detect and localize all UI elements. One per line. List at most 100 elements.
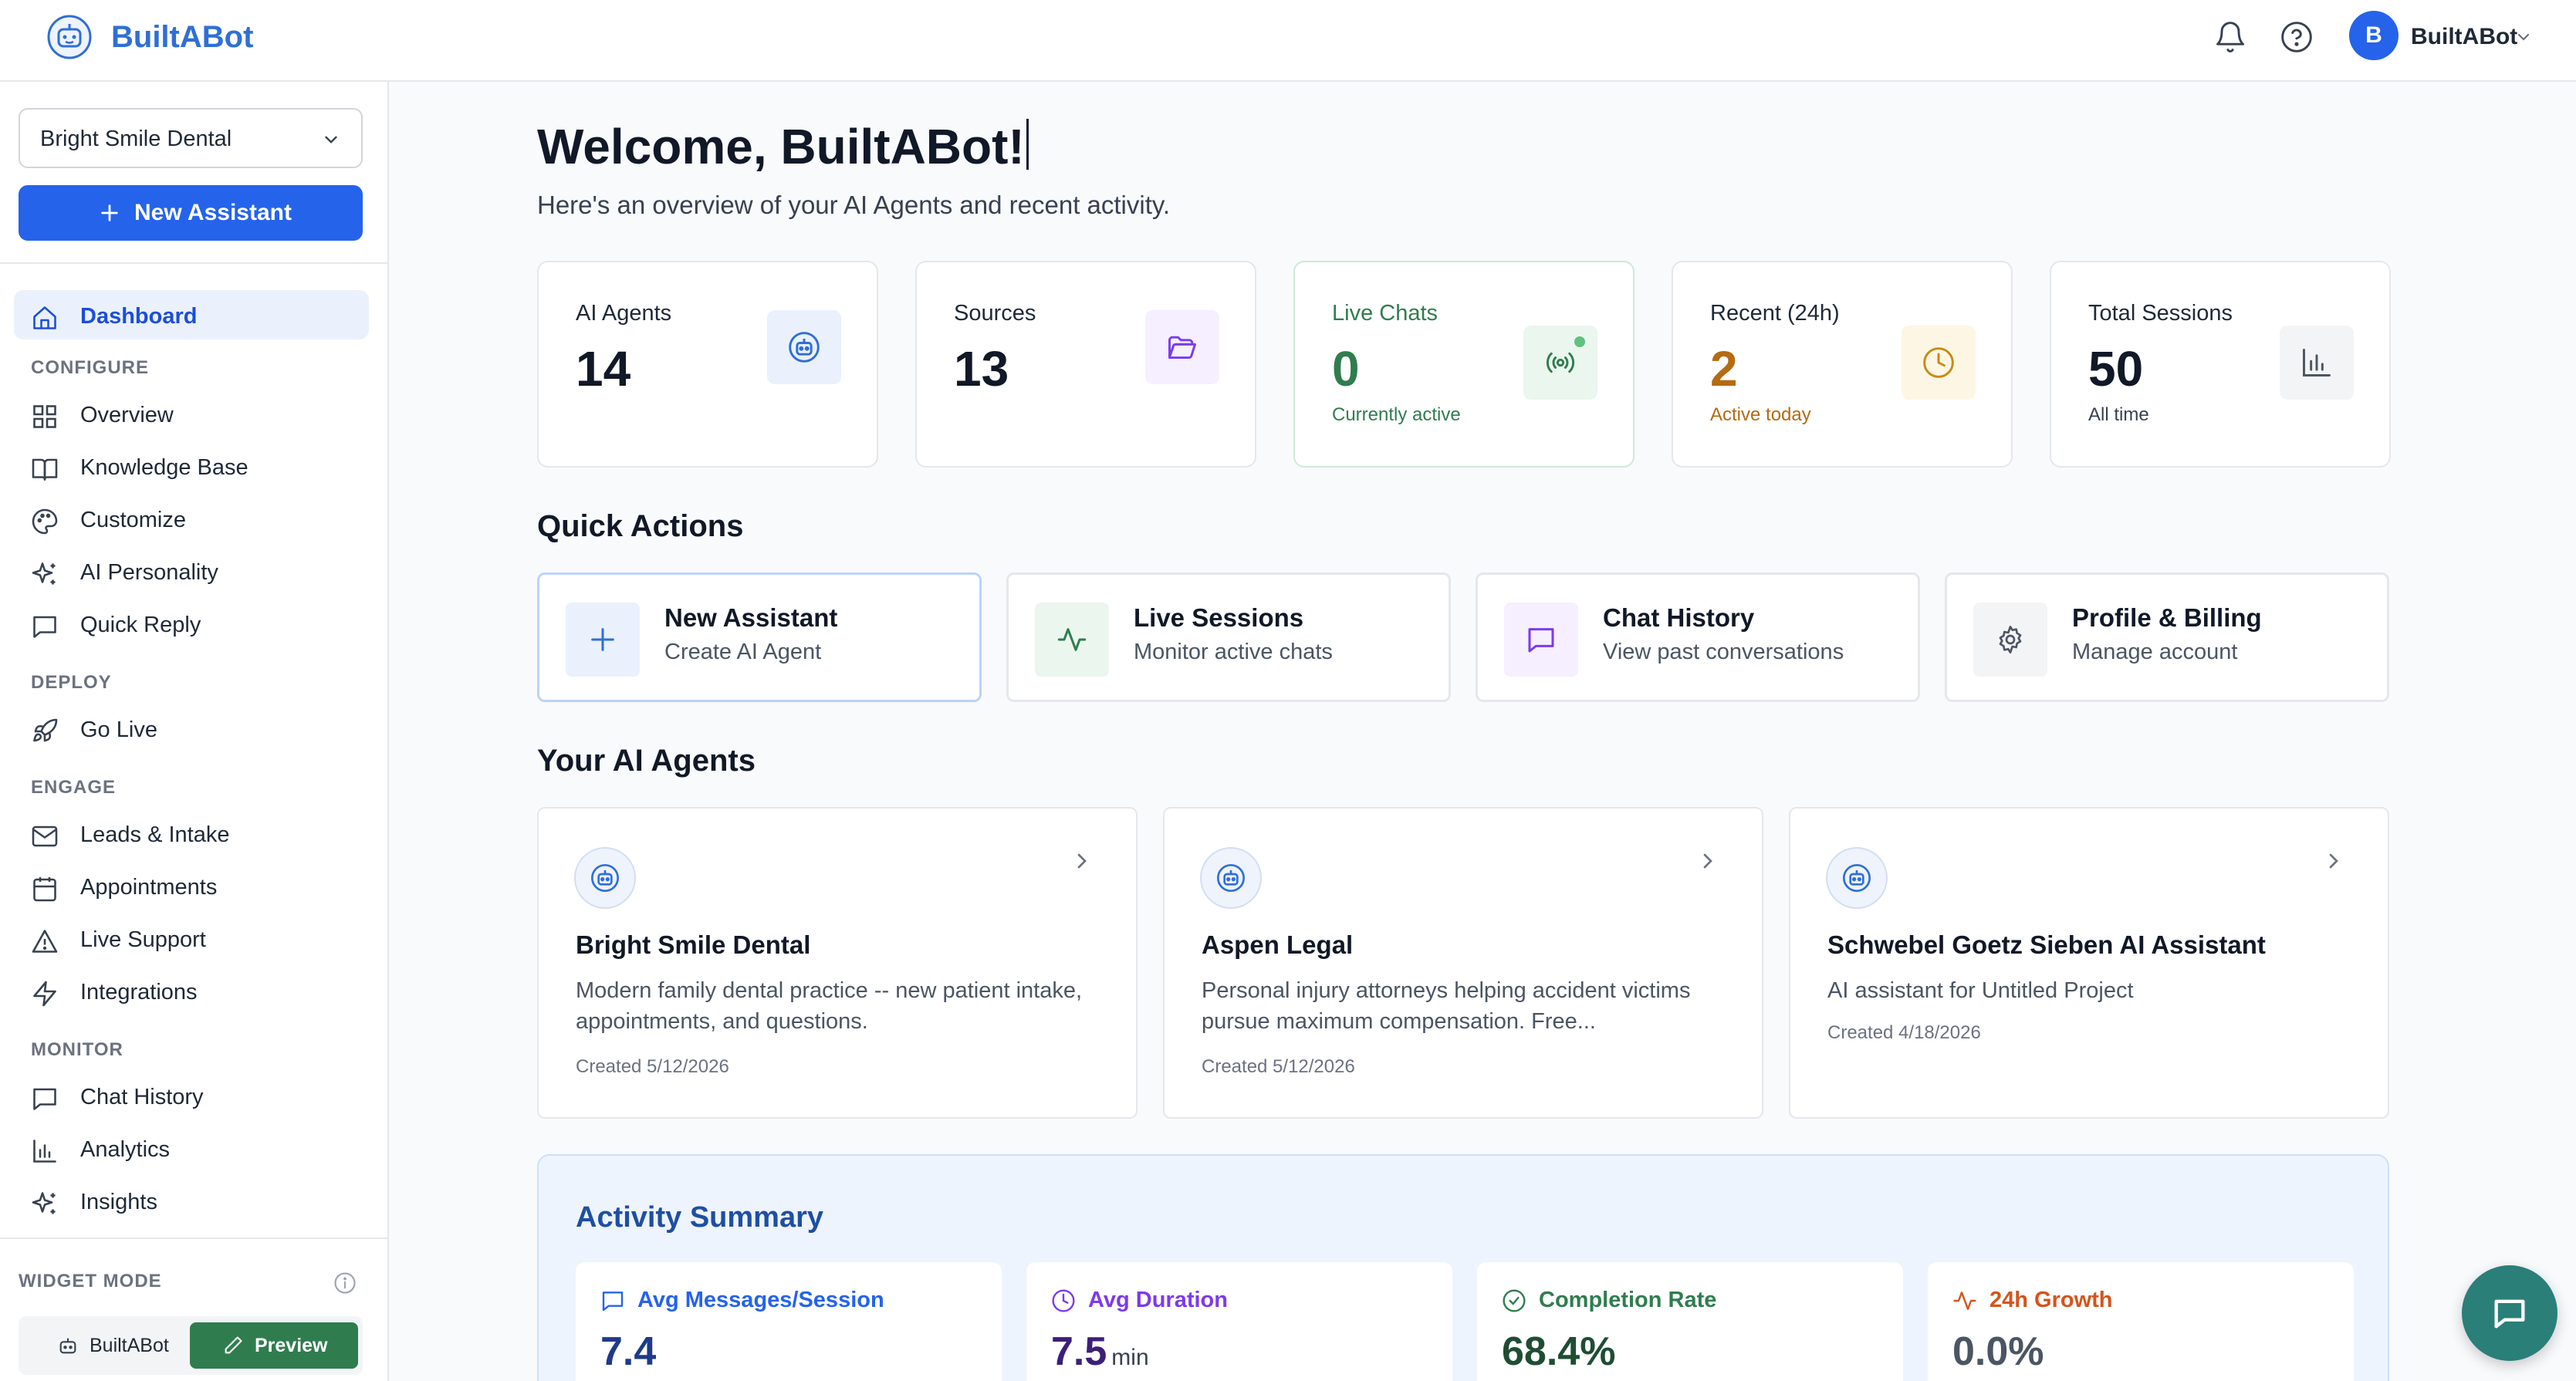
chevron-right-icon bbox=[2321, 849, 2346, 873]
quick-actions-heading: Quick Actions bbox=[537, 509, 744, 543]
sidebar-item-leads-intake[interactable]: Leads & Intake bbox=[31, 818, 370, 852]
quick-action-title: New Assistant bbox=[664, 603, 838, 632]
sidebar-item-analytics[interactable]: Analytics bbox=[31, 1133, 370, 1167]
metric-value: 7.5 min bbox=[1051, 1327, 1149, 1381]
quick-action-subtitle: Monitor active chats bbox=[1134, 640, 1333, 664]
sidebar-item-live-support[interactable]: Live Support bbox=[31, 923, 370, 957]
chevron-down-icon[interactable] bbox=[2514, 28, 2533, 46]
sidebar-item-label: Analytics bbox=[80, 1137, 171, 1162]
alert-triangle-icon bbox=[32, 930, 58, 953]
clock-icon bbox=[1052, 1289, 1075, 1312]
quick-action-title: Live Sessions bbox=[1134, 603, 1304, 632]
metric-value: 0.0% bbox=[1952, 1327, 2044, 1376]
metric-24h-growth: 24h Growth 0.0% bbox=[1928, 1262, 2354, 1381]
stat-value: 13 bbox=[954, 341, 1009, 397]
chat-widget-button[interactable] bbox=[2462, 1265, 2557, 1361]
metric-unit: min bbox=[1111, 1345, 1149, 1370]
sidebar-item-customize[interactable]: Customize bbox=[31, 503, 370, 537]
page-title: Welcome, BuiltABot! bbox=[537, 116, 1029, 177]
sidebar-item-label: Chat History bbox=[80, 1085, 204, 1109]
sidebar-item-ai-personality[interactable]: AI Personality bbox=[31, 555, 370, 589]
message-square-icon bbox=[33, 616, 56, 638]
page-title-text: Welcome, BuiltABot! bbox=[537, 119, 1025, 174]
stat-title: Sources bbox=[954, 301, 1036, 326]
agent-card-schwebel-goetz-sieben[interactable]: Schwebel Goetz Sieben AI Assistant AI as… bbox=[1789, 807, 2389, 1119]
plus-icon bbox=[99, 202, 120, 224]
sparkles-icon bbox=[32, 562, 56, 585]
metric-completion-rate: Completion Rate 68.4% bbox=[1477, 1262, 1903, 1381]
check-circle-icon bbox=[1503, 1289, 1526, 1312]
text-cursor bbox=[1026, 119, 1029, 170]
palette-icon bbox=[32, 508, 58, 535]
home-icon bbox=[33, 306, 56, 329]
sidebar-item-label: Leads & Intake bbox=[80, 822, 230, 847]
message-square-icon bbox=[33, 1088, 56, 1110]
widget-mode-toggle: BuiltABot Preview bbox=[19, 1316, 363, 1375]
bell-icon[interactable] bbox=[2213, 20, 2247, 54]
gear-icon bbox=[1973, 603, 2047, 677]
user-menu-name[interactable]: BuiltABot bbox=[2411, 20, 2517, 54]
sidebar-item-chat-history[interactable]: Chat History bbox=[31, 1080, 370, 1114]
sidebar-item-label: Live Support bbox=[80, 927, 206, 952]
new-assistant-button[interactable]: New Assistant bbox=[19, 185, 363, 241]
stat-card-recent: Recent (24h) 2 Active today bbox=[1672, 261, 2013, 468]
rocket-icon bbox=[33, 718, 58, 742]
metric-avg-duration: Avg Duration 7.5 min bbox=[1026, 1262, 1452, 1381]
activity-summary-title: Activity Summary bbox=[576, 1201, 824, 1234]
stat-card-total-sessions: Total Sessions 50 All time bbox=[2050, 261, 2391, 468]
sidebar-item-overview[interactable]: Overview bbox=[31, 398, 370, 432]
quick-action-chat-history[interactable]: Chat History View past conversations bbox=[1476, 572, 1920, 702]
app-name[interactable]: BuiltABot bbox=[111, 17, 253, 57]
sidebar-item-insights[interactable]: Insights bbox=[31, 1185, 370, 1219]
divider bbox=[0, 262, 387, 264]
metric-avg-messages: Avg Messages/Session 7.4 bbox=[576, 1262, 1002, 1381]
radio-broadcast-icon bbox=[1523, 326, 1597, 400]
assistant-select-value: Bright Smile Dental bbox=[40, 127, 232, 151]
sidebar-item-label: Appointments bbox=[80, 875, 218, 900]
agent-name: Bright Smile Dental bbox=[576, 930, 811, 959]
sidebar-item-quick-reply[interactable]: Quick Reply bbox=[31, 608, 370, 642]
activity-icon bbox=[1953, 1292, 1976, 1310]
mail-icon bbox=[32, 826, 58, 847]
widget-mode-preview[interactable]: Preview bbox=[190, 1322, 358, 1369]
sidebar-item-dashboard[interactable]: Dashboard bbox=[31, 299, 370, 333]
user-avatar[interactable]: B bbox=[2349, 11, 2399, 60]
quick-action-new-assistant[interactable]: New Assistant Create AI Agent bbox=[537, 572, 982, 702]
stat-card-sources: Sources 13 bbox=[915, 261, 1256, 468]
grid-icon bbox=[33, 405, 56, 428]
sidebar-item-knowledge-base[interactable]: Knowledge Base bbox=[31, 451, 370, 485]
stat-subtitle: Currently active bbox=[1332, 404, 1461, 425]
metric-number: 68.4% bbox=[1502, 1329, 1616, 1374]
calendar-icon bbox=[33, 877, 56, 902]
help-circle-icon[interactable] bbox=[2280, 20, 2314, 54]
info-icon[interactable] bbox=[333, 1271, 357, 1295]
sidebar-item-appointments[interactable]: Appointments bbox=[31, 870, 370, 904]
assistant-select[interactable]: Bright Smile Dental bbox=[19, 108, 363, 168]
stat-value: 2 bbox=[1710, 341, 1738, 397]
quick-action-live-sessions[interactable]: Live Sessions Monitor active chats bbox=[1006, 572, 1451, 702]
metric-number: 7.4 bbox=[600, 1329, 657, 1374]
chat-bubble-icon bbox=[2494, 1299, 2525, 1329]
quick-action-profile-billing[interactable]: Profile & Billing Manage account bbox=[1945, 572, 2389, 702]
agent-description: Personal injury attorneys helping accide… bbox=[1202, 978, 1691, 1034]
metric-value: 7.4 bbox=[600, 1327, 656, 1376]
widget-mode-builtabot[interactable]: BuiltABot bbox=[26, 1322, 188, 1369]
bot-icon bbox=[59, 1338, 76, 1354]
agent-card-aspen-legal[interactable]: Aspen Legal Personal injury attorneys he… bbox=[1163, 807, 1763, 1119]
sidebar-item-go-live[interactable]: Go Live bbox=[31, 713, 370, 747]
agent-description: Modern family dental practice -- new pat… bbox=[576, 978, 1083, 1034]
sidebar-item-label: Overview bbox=[80, 403, 174, 427]
sidebar-item-integrations[interactable]: Integrations bbox=[31, 975, 370, 1009]
quick-action-subtitle: View past conversations bbox=[1603, 640, 1844, 664]
metric-number: 0.0% bbox=[1952, 1329, 2044, 1374]
sidebar-item-label: Go Live bbox=[80, 718, 157, 742]
agents-heading: Your AI Agents bbox=[537, 744, 756, 778]
robot-logo-icon bbox=[46, 14, 93, 60]
top-bar: BuiltABot B BuiltABot bbox=[0, 0, 2576, 82]
agent-card-bright-smile-dental[interactable]: Bright Smile Dental Modern family dental… bbox=[537, 807, 1138, 1119]
plus-icon bbox=[566, 603, 640, 677]
widget-mode-builtabot-label: BuiltABot bbox=[90, 1335, 169, 1356]
quick-action-title: Profile & Billing bbox=[2072, 603, 2262, 632]
divider bbox=[0, 1237, 387, 1239]
bar-chart-icon bbox=[2280, 326, 2354, 400]
